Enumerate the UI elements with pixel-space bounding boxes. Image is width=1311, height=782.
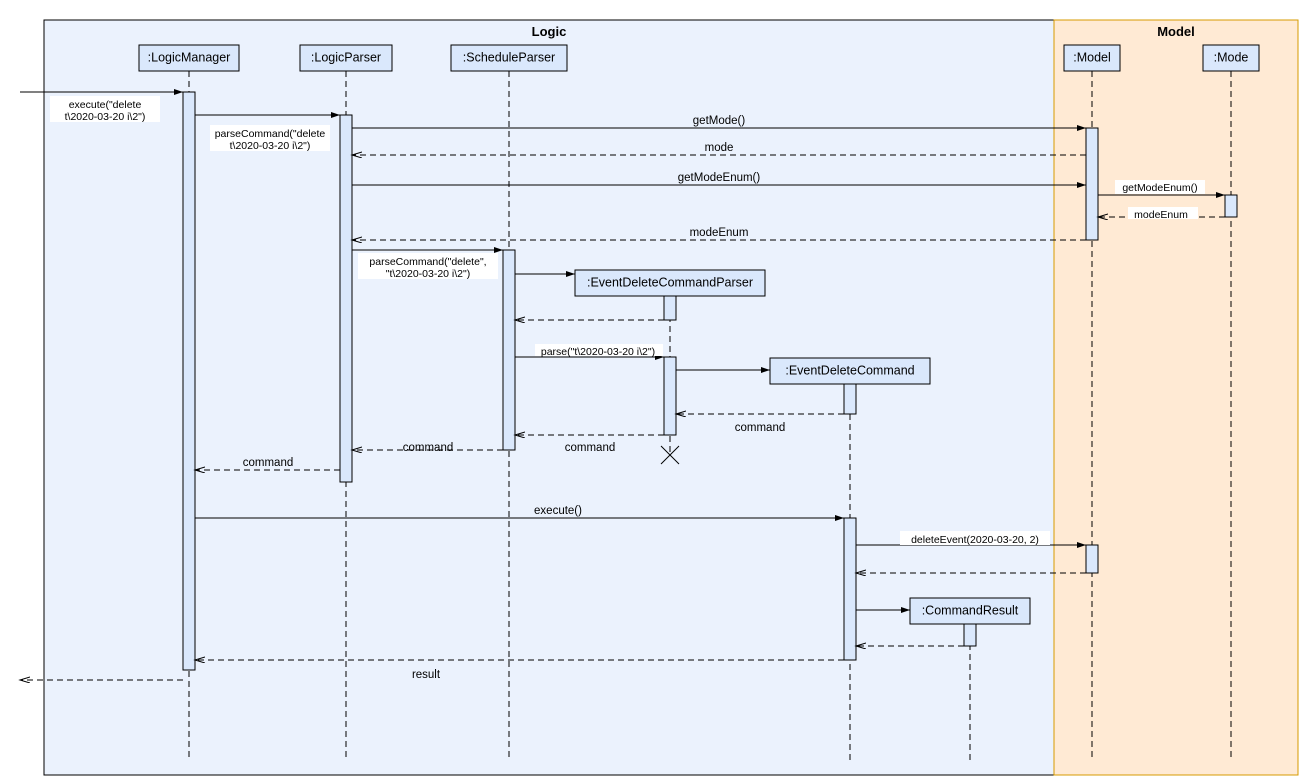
label-commandresult: :CommandResult bbox=[922, 603, 1019, 617]
svg-text::Mode: :Mode bbox=[1214, 50, 1249, 64]
activation-model-delete bbox=[1086, 545, 1098, 573]
activation-mode bbox=[1225, 195, 1237, 217]
logic-title: Logic bbox=[532, 24, 567, 39]
msg-execute2-label: execute() bbox=[534, 505, 582, 517]
msg-getmodeenum-label: getModeEnum() bbox=[678, 172, 761, 184]
activation-logic-parser bbox=[340, 115, 352, 482]
msg-command-label2: command bbox=[403, 442, 454, 454]
msg-command-label3: command bbox=[243, 457, 294, 469]
msg-result-label: result bbox=[412, 669, 441, 681]
activation-edcp2 bbox=[664, 357, 676, 435]
msg-deleteevent-label: deleteEvent(2020-03-20, 2) bbox=[911, 534, 1039, 546]
activation-edcp1 bbox=[664, 296, 676, 320]
msg-modeenum-label2: modeEnum bbox=[690, 227, 749, 239]
label-edcp: :EventDeleteCommandParser bbox=[587, 275, 753, 289]
msg-command-label0: command bbox=[735, 422, 786, 434]
model-title: Model bbox=[1157, 24, 1195, 39]
activation-logic-manager bbox=[183, 92, 195, 670]
msg-getmode-label: getMode() bbox=[693, 115, 746, 127]
msg-command-label1: command bbox=[565, 442, 616, 454]
label-edc: :EventDeleteCommand bbox=[785, 363, 914, 377]
msg-execute-label-2: t\2020-03-20 i\2") bbox=[65, 111, 146, 123]
msg-parse-label: parse("t\2020-03-20 i\2") bbox=[541, 346, 655, 358]
activation-commandresult bbox=[964, 624, 976, 646]
msg-parsecommand1-label-2: t\2020-03-20 i\2") bbox=[230, 140, 311, 152]
svg-text::Model: :Model bbox=[1073, 50, 1111, 64]
svg-text::ScheduleParser: :ScheduleParser bbox=[463, 50, 555, 64]
msg-modeenum-label1: modeEnum bbox=[1134, 209, 1188, 221]
activation-edc2 bbox=[844, 518, 856, 660]
msg-parsecommand2-label1: parseCommand("delete", bbox=[369, 256, 486, 268]
msg-mode-return-label: mode bbox=[705, 142, 734, 154]
svg-text::LogicParser: :LogicParser bbox=[311, 50, 381, 64]
msg-parsecommand2-label2: "t\2020-03-20 i\2") bbox=[386, 268, 471, 280]
activation-edc1 bbox=[844, 384, 856, 414]
msg-getmodeenum2-label: getModeEnum() bbox=[1122, 182, 1197, 194]
sequence-diagram: Logic Model :LogicManager :LogicParser :… bbox=[0, 0, 1311, 782]
activation-model-getmode bbox=[1086, 128, 1098, 240]
svg-text::LogicManager: :LogicManager bbox=[148, 50, 231, 64]
msg-execute-label-1: execute("delete bbox=[69, 99, 142, 111]
activation-schedule-parser bbox=[503, 250, 515, 450]
msg-parsecommand1-label-1: parseCommand("delete bbox=[215, 128, 326, 140]
